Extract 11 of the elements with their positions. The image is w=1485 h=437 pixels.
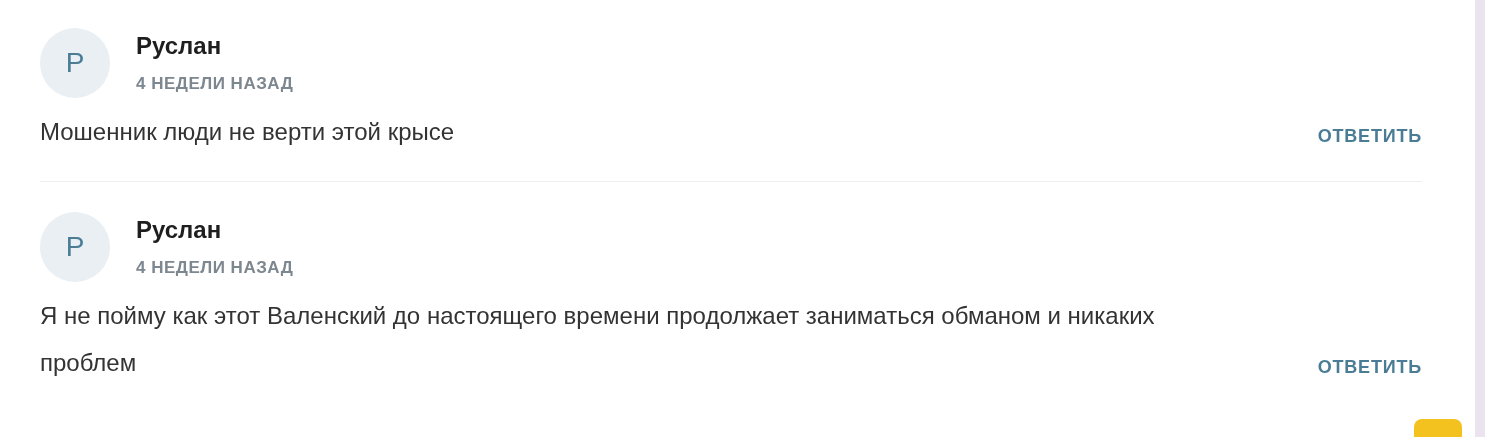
author-name: Руслан: [136, 216, 223, 244]
comment-date: 4 НЕДЕЛИ НАЗАД: [136, 258, 294, 278]
author-name: Руслан: [136, 32, 223, 60]
scrollbar[interactable]: [1475, 0, 1485, 437]
comment-text: Я не пойму как этот Валенский до настоящего времени продолжает заниматься обманом и никаких проблем: [40, 301, 1156, 378]
comment-text: Мошенник люди не верти этой крысе: [40, 117, 455, 147]
comment-date: 4 НЕДЕЛИ НАЗАД: [136, 74, 294, 94]
avatar: Р: [40, 212, 110, 282]
avatar: Р: [40, 28, 110, 98]
reply-link[interactable]: ОТВЕТИТЬ: [1317, 357, 1422, 378]
reply-link[interactable]: ОТВЕТИТЬ: [1317, 126, 1422, 147]
